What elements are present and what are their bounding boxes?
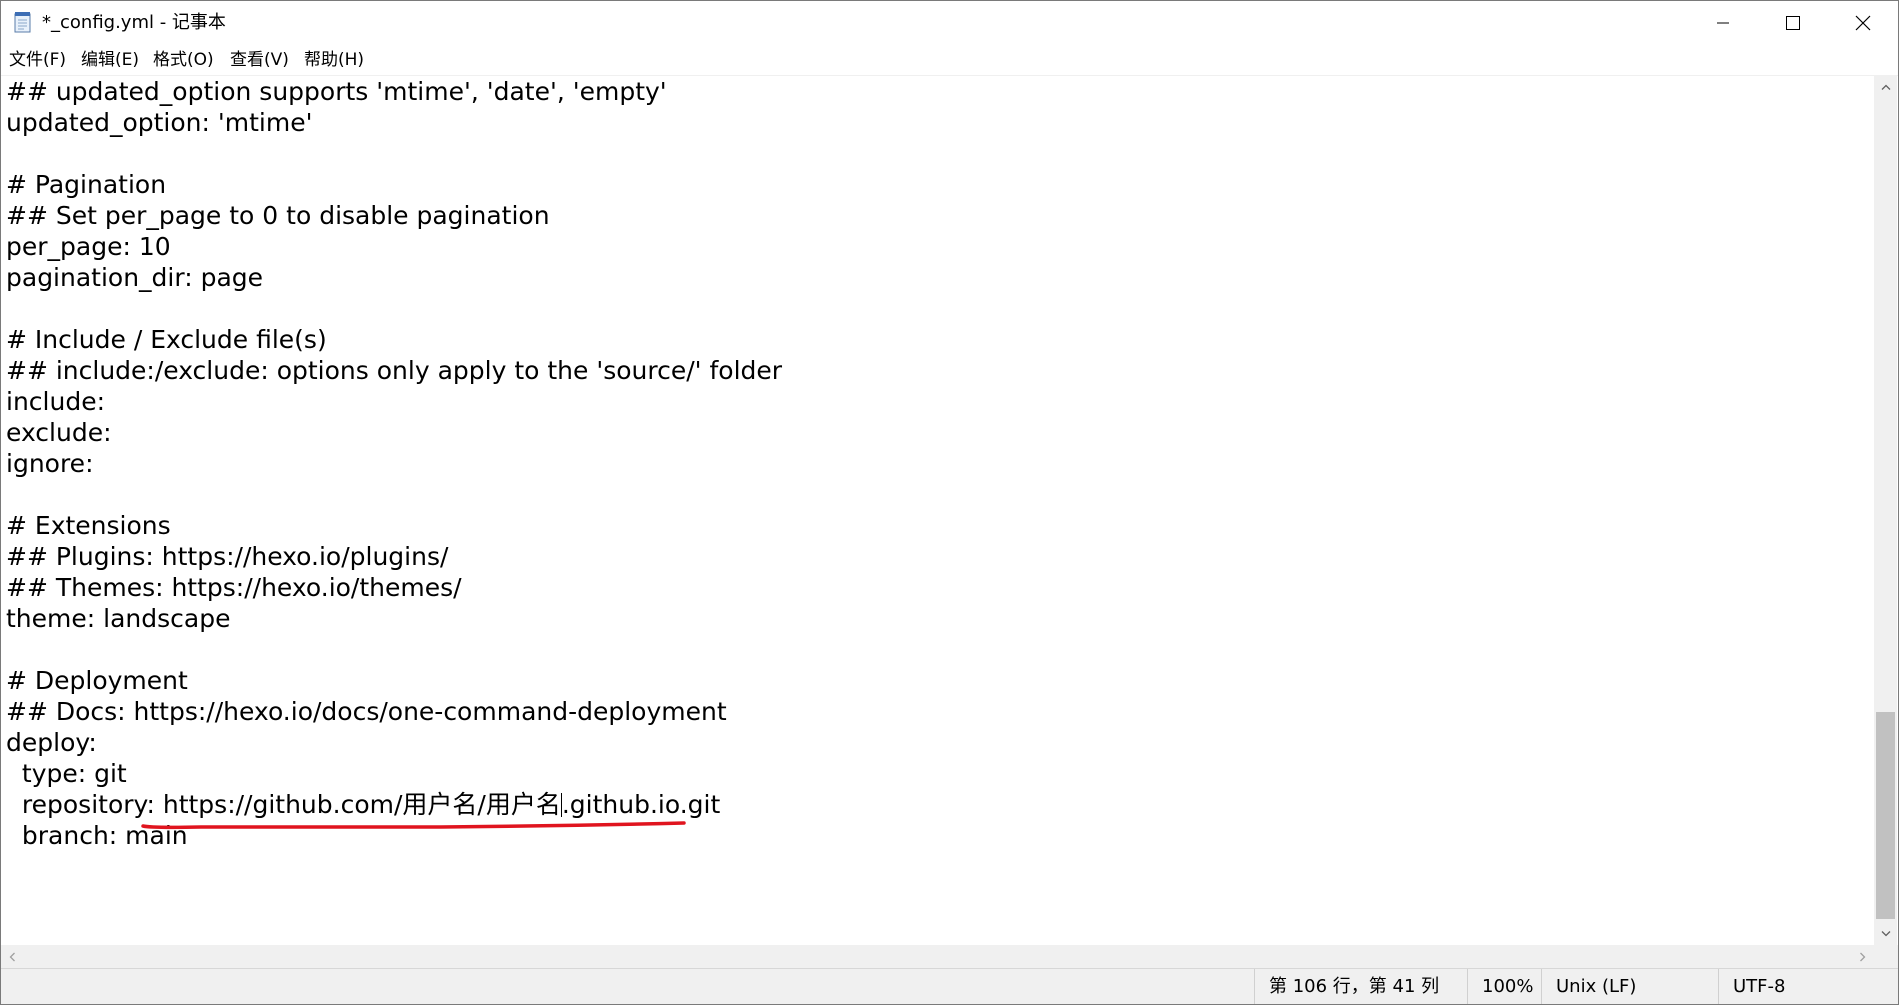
horizontal-scrollbar[interactable] xyxy=(1,945,1874,968)
text-line: # Extensions xyxy=(6,511,171,540)
close-button[interactable] xyxy=(1828,1,1898,45)
menu-view[interactable]: 查看(V) xyxy=(229,45,290,75)
text-line: ## updated_option supports 'mtime', 'dat… xyxy=(6,77,667,106)
text-line: exclude: xyxy=(6,418,112,447)
menu-help[interactable]: 帮助(H) xyxy=(303,45,365,75)
zoom-level: 100% xyxy=(1467,969,1541,1004)
text-line: type: git xyxy=(6,759,127,788)
notepad-window: *_config.yml - 记事本 文件(F) 编辑(E) 格式(O) 查看(… xyxy=(0,0,1899,1005)
minimize-button[interactable] xyxy=(1688,1,1758,45)
text-line: ## Plugins: https://hexo.io/plugins/ xyxy=(6,542,449,571)
scroll-up-icon[interactable] xyxy=(1874,76,1897,98)
text-line: # Deployment xyxy=(6,666,188,695)
text-line-repository: repository: https://github.com/用户名/用户名.g… xyxy=(6,789,720,820)
cursor-position: 第 106 行，第 41 列 xyxy=(1254,969,1467,1004)
vertical-scroll-thumb[interactable] xyxy=(1876,712,1895,919)
text-line: # Include / Exclude file(s) xyxy=(6,325,327,354)
title-bar: *_config.yml - 记事本 xyxy=(1,1,1898,45)
window-title: *_config.yml - 记事本 xyxy=(42,12,226,33)
text-line: # Pagination xyxy=(6,170,167,199)
text-line: per_page: 10 xyxy=(6,232,171,261)
menu-format[interactable]: 格式(O) xyxy=(152,45,215,75)
text-line: deploy: xyxy=(6,728,97,757)
minimize-icon xyxy=(1717,22,1729,24)
text-line: pagination_dir: page xyxy=(6,263,264,292)
text-line: ## include:/exclude: options only apply … xyxy=(6,356,783,385)
red-underline-annotation xyxy=(141,821,686,830)
menu-edit[interactable]: 编辑(E) xyxy=(80,45,140,75)
text-line: include: xyxy=(6,387,105,416)
maximize-icon xyxy=(1786,16,1800,30)
text-editor[interactable]: ## updated_option supports 'mtime', 'dat… xyxy=(1,76,1874,945)
status-bar: 第 106 行，第 41 列 100% Unix (LF) UTF-8 xyxy=(1,968,1898,1004)
close-icon xyxy=(1855,15,1871,31)
text-line: theme: landscape xyxy=(6,604,231,633)
text-line: ignore: xyxy=(6,449,94,478)
menu-bar: 文件(F) 编辑(E) 格式(O) 查看(V) 帮助(H) xyxy=(1,45,1898,76)
repository-text: repository: https://github.com/用户名/用户名 xyxy=(6,790,561,819)
text-line: ## Docs: https://hexo.io/docs/one-comman… xyxy=(6,697,727,726)
line-ending: Unix (LF) xyxy=(1541,969,1718,1004)
vertical-scrollbar[interactable] xyxy=(1874,76,1897,945)
text-line: updated_option: 'mtime' xyxy=(6,108,313,137)
repository-text-end: .github.io.git xyxy=(561,790,721,819)
text-line: ## Set per_page to 0 to disable paginati… xyxy=(6,201,550,230)
menu-file[interactable]: 文件(F) xyxy=(8,45,67,75)
text-line: ## Themes: https://hexo.io/themes/ xyxy=(6,573,462,602)
notepad-icon xyxy=(13,11,33,33)
scroll-down-icon[interactable] xyxy=(1874,923,1897,945)
scroll-left-icon[interactable] xyxy=(1,945,23,968)
encoding: UTF-8 xyxy=(1718,969,1898,1004)
maximize-button[interactable] xyxy=(1758,1,1828,45)
scrollbar-corner xyxy=(1874,945,1898,968)
scroll-right-icon[interactable] xyxy=(1852,945,1874,968)
